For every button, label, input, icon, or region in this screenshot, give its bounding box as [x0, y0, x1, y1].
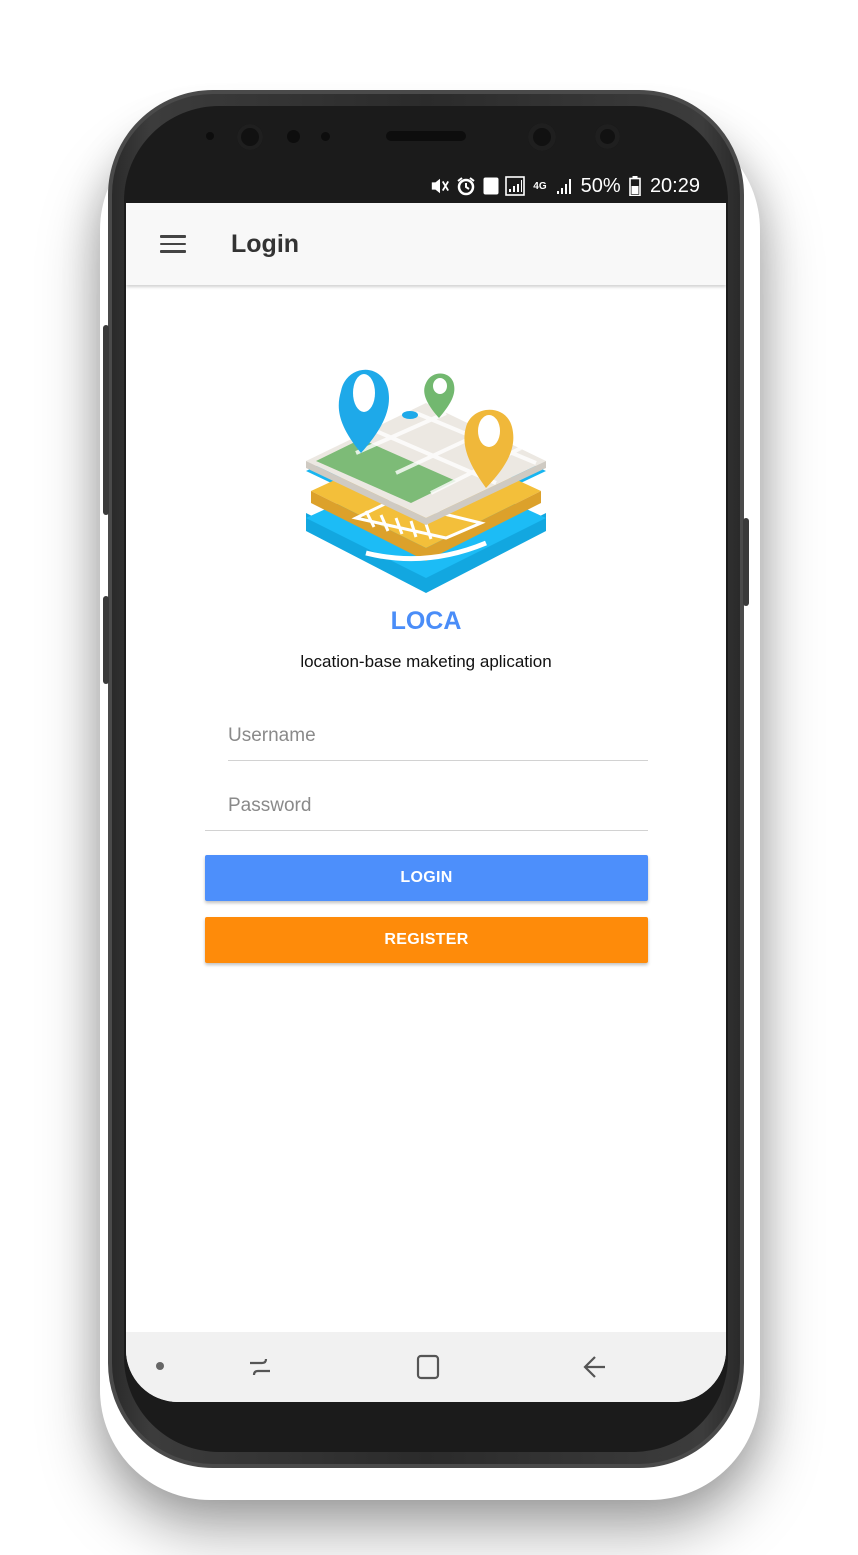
bixby-button	[103, 596, 109, 684]
stage: 4G 50% 20:29 Login LOCA location-base ma…	[0, 0, 858, 1555]
earpiece-speaker	[386, 131, 466, 141]
system-nav-bar	[126, 1332, 726, 1402]
mute-vibrate-icon	[430, 176, 450, 196]
app-bar: Login	[126, 203, 726, 285]
iris-camera	[528, 123, 556, 151]
back-icon[interactable]	[581, 1353, 609, 1381]
light-sensor	[321, 132, 330, 141]
clock: 20:29	[649, 174, 700, 197]
front-sensor	[206, 132, 214, 140]
signal-2-icon	[555, 176, 575, 196]
iris-led	[595, 124, 620, 149]
battery-icon	[627, 176, 644, 196]
status-bar: 4G 50% 20:29	[430, 174, 700, 198]
page-title: Login	[231, 229, 300, 258]
login-button[interactable]: LOGIN	[205, 855, 648, 901]
app-screen: Login LOCA location-base maketing aplica…	[126, 203, 726, 1402]
register-button[interactable]: REGISTER	[205, 917, 648, 963]
proximity-sensor	[287, 130, 300, 143]
hamburger-menu-icon[interactable]	[160, 235, 186, 253]
home-icon[interactable]	[414, 1353, 442, 1381]
brand-name: LOCA	[390, 607, 462, 635]
signal-1-icon	[505, 176, 526, 196]
password-input[interactable]	[228, 781, 648, 830]
volume-up-button	[103, 325, 109, 515]
recent-apps-icon[interactable]	[246, 1353, 274, 1381]
network-4g-icon: 4G	[533, 180, 547, 192]
map-pins-logo	[306, 369, 546, 593]
nav-dot-icon	[156, 1362, 164, 1370]
power-button	[743, 518, 749, 606]
alarm-icon	[456, 176, 476, 196]
sim-1-icon	[482, 176, 499, 196]
username-field[interactable]	[228, 711, 648, 761]
front-camera	[237, 124, 263, 150]
brand-tagline: location-base maketing aplication	[300, 652, 552, 671]
password-field[interactable]	[205, 781, 648, 831]
username-input[interactable]	[228, 711, 648, 760]
battery-percent: 50%	[580, 174, 621, 197]
